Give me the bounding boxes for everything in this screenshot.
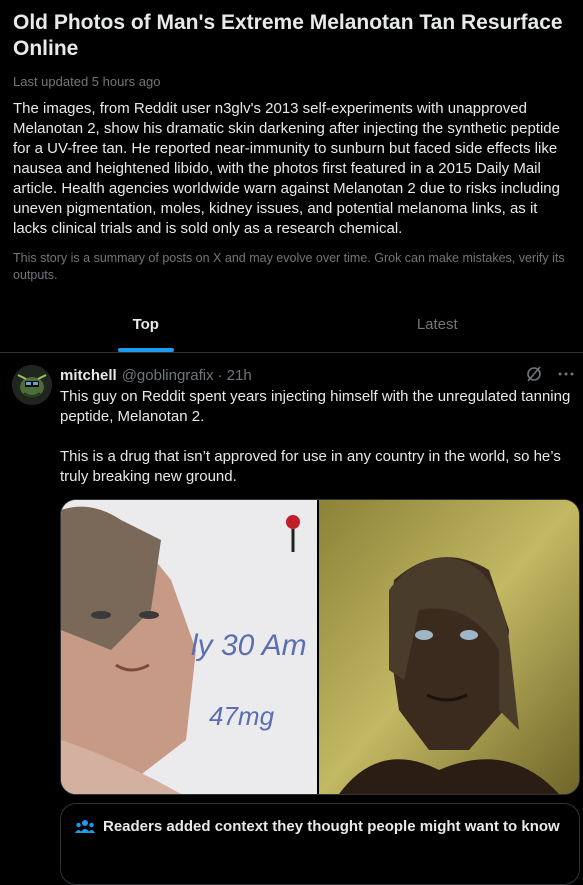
community-notes-label: Readers added context they thought peopl… bbox=[103, 818, 560, 835]
post-body: mitchell @goblingrafix · 21h bbox=[60, 365, 575, 487]
tab-top-label: Top bbox=[133, 316, 159, 333]
tab-latest-label: Latest bbox=[417, 316, 458, 333]
tab-bar: Top Latest bbox=[0, 297, 583, 353]
photo-before[interactable]: ly 30 Am 47mg bbox=[61, 500, 317, 794]
post-header: mitchell @goblingrafix · 21h bbox=[60, 365, 575, 385]
community-notes-icon bbox=[75, 819, 95, 835]
avatar[interactable] bbox=[12, 365, 52, 405]
story-summary-text: The images, from Reddit user n3glv's 201… bbox=[13, 99, 570, 239]
photo-writing-2: 47mg bbox=[209, 701, 275, 731]
more-icon[interactable] bbox=[557, 365, 575, 388]
post[interactable]: mitchell @goblingrafix · 21h bbox=[0, 353, 583, 861]
post-media[interactable]: ly 30 Am 47mg bbox=[60, 499, 580, 795]
post-text: This guy on Reddit spent years injecting… bbox=[60, 387, 575, 487]
story-title: Old Photos of Man's Extreme Melanotan Ta… bbox=[13, 10, 570, 62]
tab-latest[interactable]: Latest bbox=[292, 297, 583, 352]
separator-dot: · bbox=[218, 367, 223, 384]
photo-after[interactable] bbox=[319, 500, 579, 794]
tab-top[interactable]: Top bbox=[0, 297, 292, 352]
last-updated: Last updated 5 hours ago bbox=[13, 74, 570, 89]
post-header-actions bbox=[525, 365, 575, 388]
photo-before-image: ly 30 Am 47mg bbox=[61, 500, 317, 794]
photo-after-image bbox=[319, 500, 579, 794]
post-time[interactable]: 21h bbox=[227, 367, 252, 384]
author-handle[interactable]: @goblingrafix bbox=[122, 367, 214, 384]
grok-disclaimer: This story is a summary of posts on X an… bbox=[13, 250, 570, 284]
avatar-image bbox=[12, 365, 52, 405]
grok-icon[interactable] bbox=[525, 365, 543, 388]
author-name[interactable]: mitchell bbox=[60, 367, 117, 384]
photo-writing-1: ly 30 Am bbox=[191, 629, 307, 662]
active-tab-indicator bbox=[118, 348, 174, 352]
story-summary: Old Photos of Man's Extreme Melanotan Ta… bbox=[0, 0, 583, 284]
community-notes-box[interactable]: Readers added context they thought peopl… bbox=[60, 803, 580, 885]
community-notes-header: Readers added context they thought peopl… bbox=[61, 804, 579, 849]
